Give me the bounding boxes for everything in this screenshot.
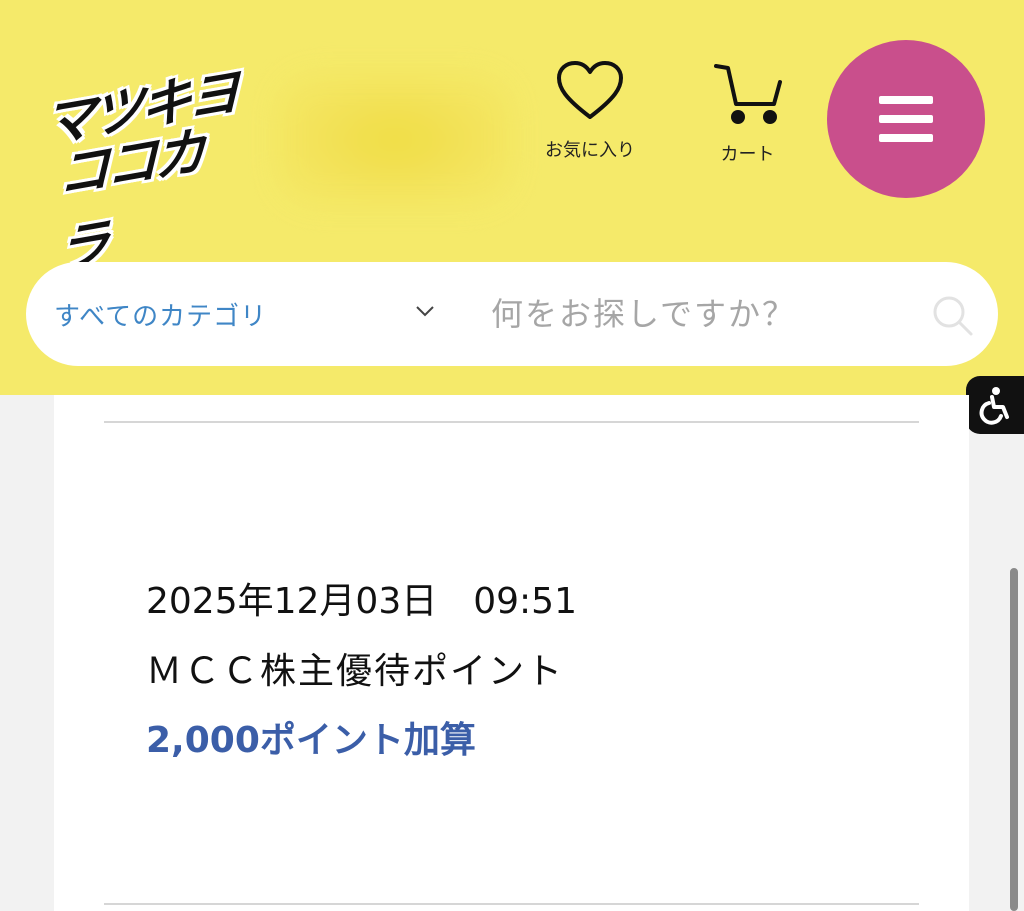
- entry-points: 2,000ポイント加算: [146, 720, 476, 761]
- scrollbar[interactable]: [1010, 568, 1018, 911]
- cart-button[interactable]: カート: [690, 60, 805, 166]
- logo-line-2: ココカラ: [58, 121, 203, 283]
- logo[interactable]: マツキヨ ココカラ: [40, 62, 240, 282]
- divider: [104, 903, 919, 905]
- entry-datetime: 2025年12月03日 09:51: [146, 581, 577, 622]
- category-select[interactable]: すべてのカテゴリ: [54, 262, 474, 366]
- cart-label: カート: [720, 144, 775, 165]
- heart-icon: [557, 61, 623, 119]
- entry-description: ＭＣＣ株主優待ポイント: [146, 651, 565, 692]
- promo-banner: [275, 72, 515, 207]
- category-label: すべてのカテゴリ: [54, 301, 268, 332]
- site-header: マツキヨ ココカラ お気に入り カート すべてのカテゴリ: [0, 0, 1024, 395]
- chevron-down-icon: [416, 306, 434, 317]
- favorites-button[interactable]: お気に入り: [530, 60, 650, 162]
- accessibility-button[interactable]: [966, 376, 1024, 434]
- menu-button[interactable]: [827, 40, 985, 198]
- search-icon[interactable]: [931, 294, 975, 338]
- accessibility-icon: [979, 387, 1009, 425]
- cart-icon: [713, 64, 782, 124]
- favorites-label: お気に入り: [545, 140, 635, 161]
- search-bar: すべてのカテゴリ: [26, 262, 998, 366]
- search-input[interactable]: [491, 284, 911, 344]
- divider: [104, 421, 919, 423]
